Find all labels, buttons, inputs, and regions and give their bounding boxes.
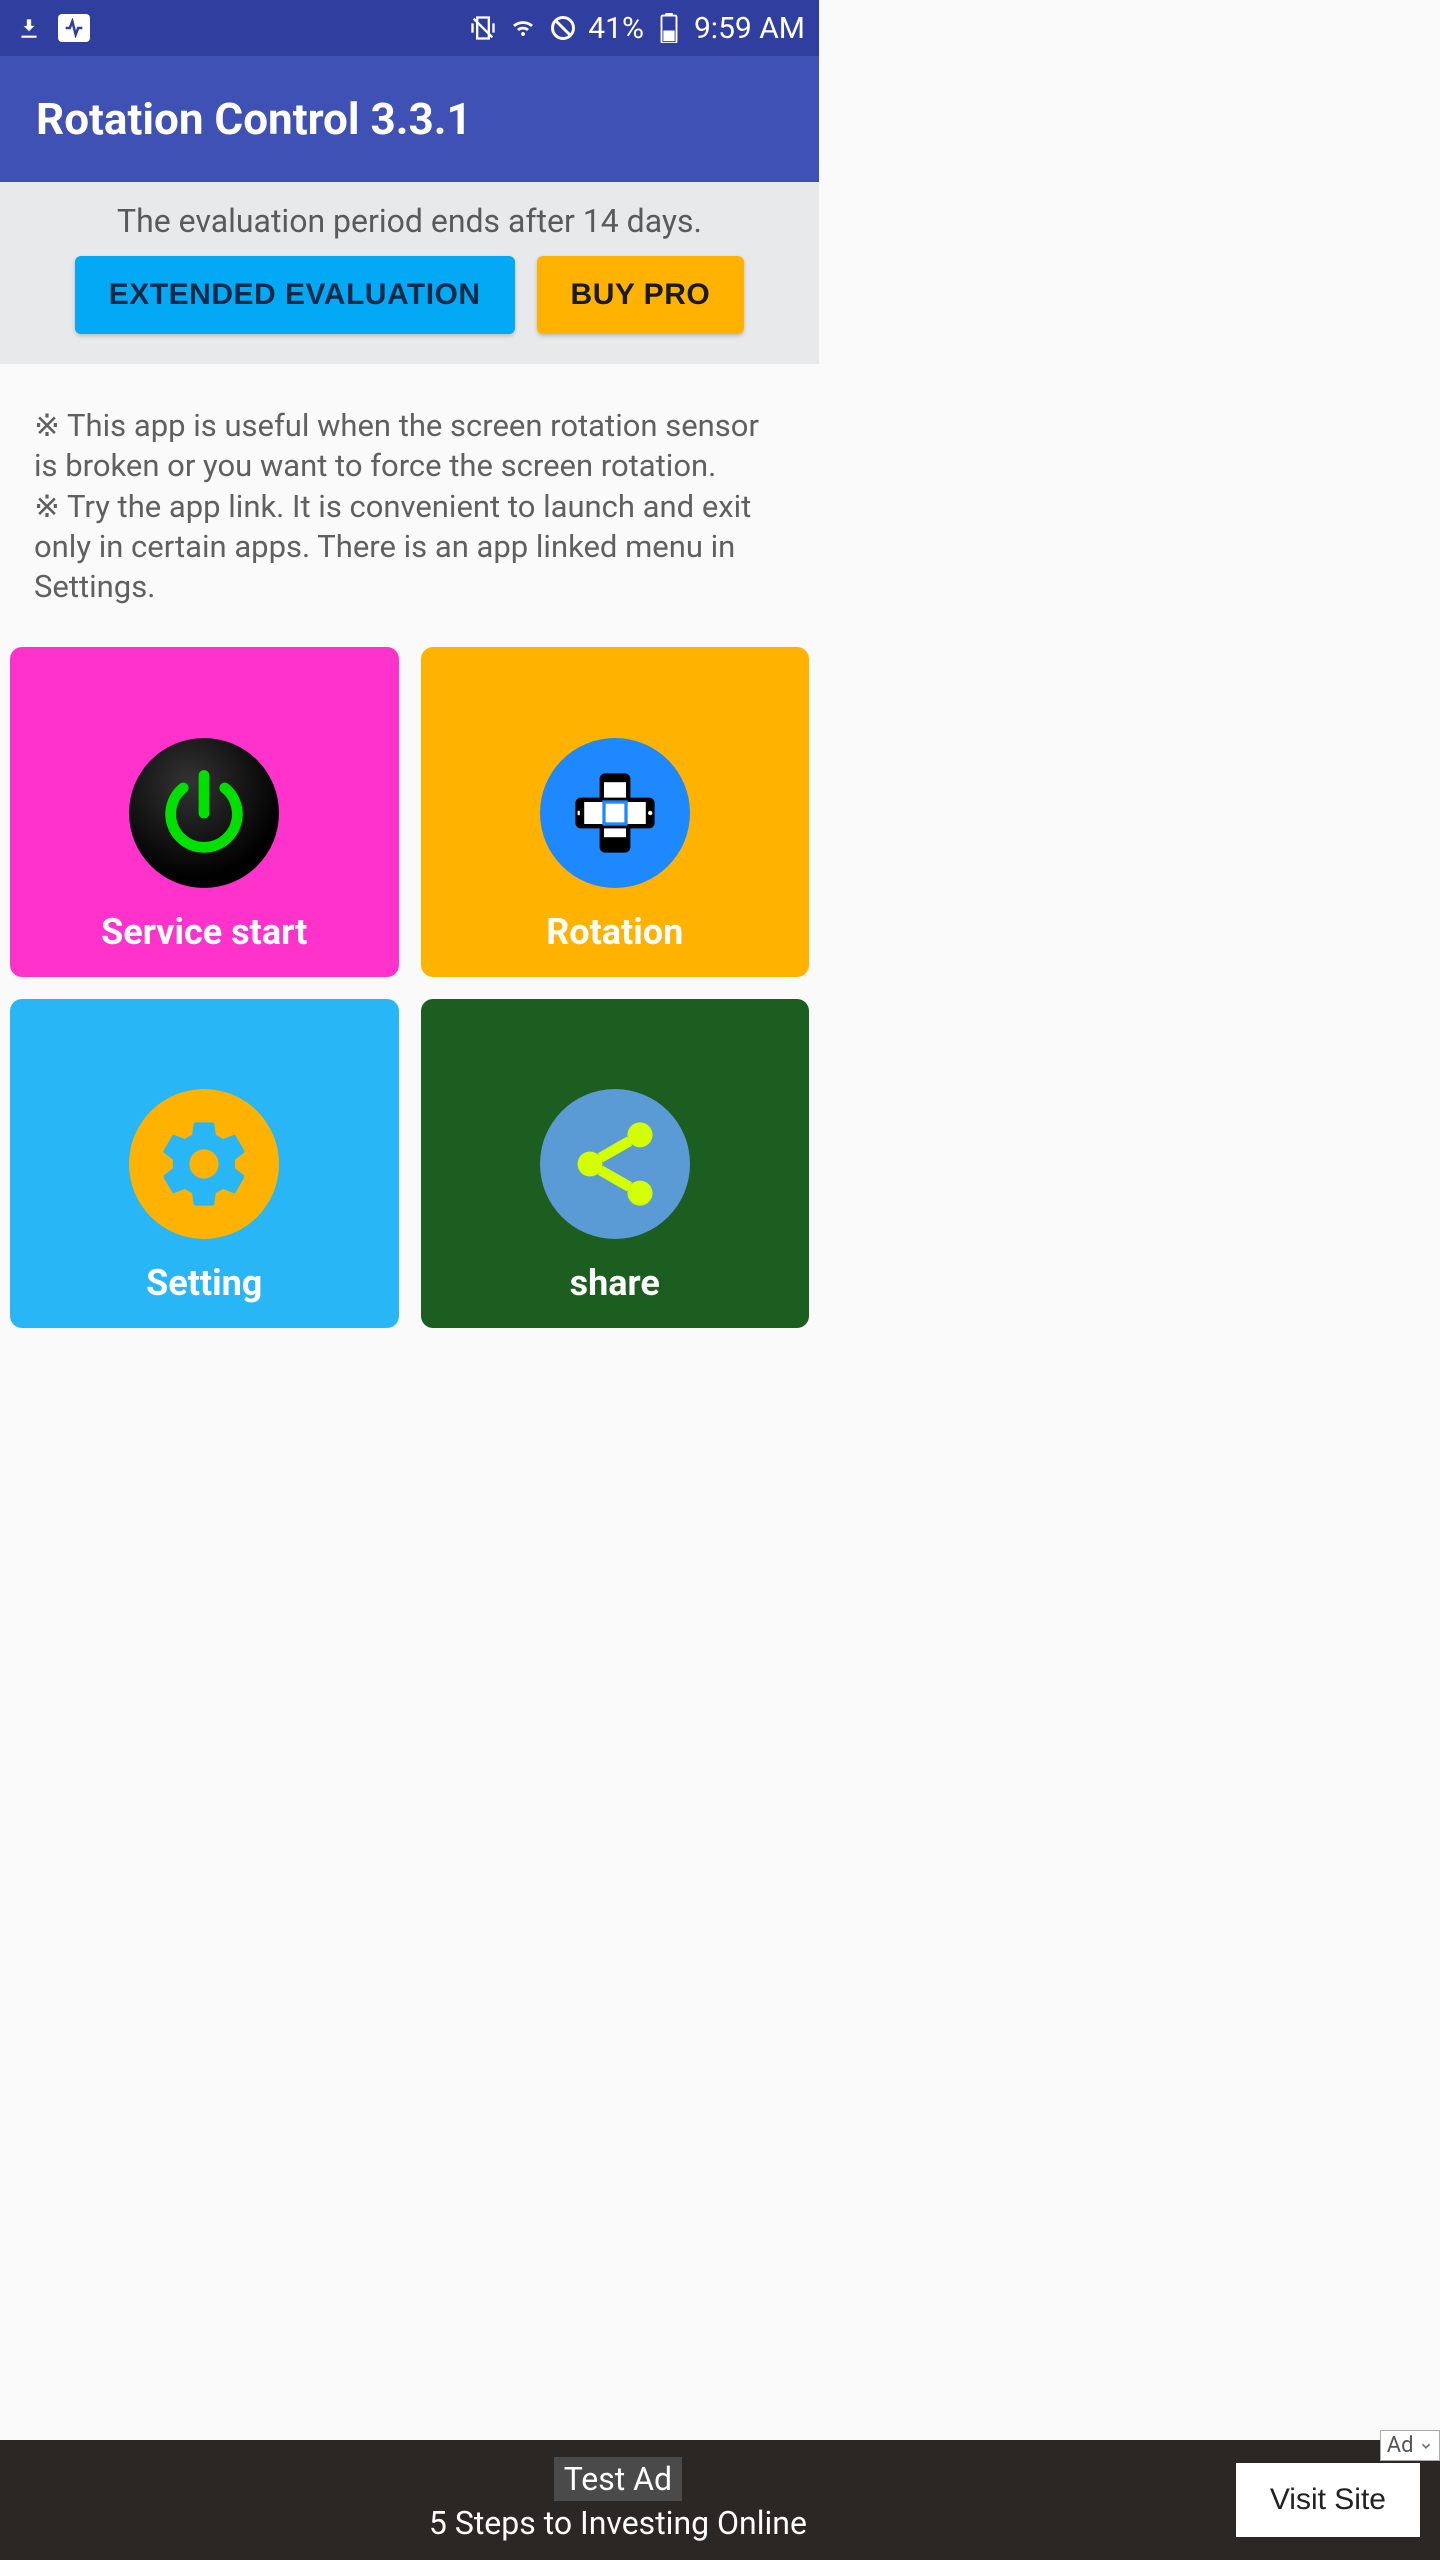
app-title: Rotation Control 3.3.1 — [36, 93, 472, 145]
evaluation-message: The evaluation period ends after 14 days… — [0, 202, 819, 240]
clock: 9:59 AM — [694, 11, 805, 46]
rotation-icon — [540, 738, 690, 888]
evaluation-banner: The evaluation period ends after 14 days… — [0, 182, 819, 364]
gear-icon — [129, 1089, 279, 1239]
share-icon — [540, 1089, 690, 1239]
ad-headline: 5 Steps to Investing Online — [429, 2504, 807, 2542]
rotation-tile[interactable]: Rotation — [421, 647, 810, 976]
status-right: 41% 9:59 AM — [468, 11, 805, 46]
power-icon — [129, 738, 279, 888]
activity-icon — [58, 14, 90, 42]
ad-test-label: Test Ad — [554, 2457, 682, 2501]
service-start-label: Service start — [101, 911, 307, 953]
status-left-icons — [14, 13, 90, 43]
ad-visit-button[interactable]: Visit Site — [1236, 2463, 1420, 2537]
vibrate-off-icon — [468, 13, 498, 43]
service-start-tile[interactable]: Service start — [10, 647, 399, 976]
download-icon — [14, 13, 44, 43]
description-line-1: ※ This app is useful when the screen rot… — [34, 406, 785, 487]
app-bar: Rotation Control 3.3.1 — [0, 56, 819, 182]
description-line-2: ※ Try the app link. It is convenient to … — [34, 487, 785, 608]
battery-icon — [654, 13, 684, 43]
description: ※ This app is useful when the screen rot… — [0, 364, 819, 647]
no-sim-icon — [548, 13, 578, 43]
tile-grid: Service start Rotation Setting share — [0, 647, 819, 1327]
battery-percentage: 41% — [588, 11, 644, 46]
wifi-icon — [508, 13, 538, 43]
ad-badge[interactable]: Ad — [1380, 2430, 1440, 2461]
buy-pro-button[interactable]: BUY PRO — [537, 256, 745, 334]
ad-banner[interactable]: Test Ad 5 Steps to Investing Online Visi… — [0, 2440, 1440, 2560]
extended-evaluation-button[interactable]: EXTENDED EVALUATION — [75, 256, 515, 334]
share-label: share — [570, 1262, 660, 1304]
evaluation-buttons: EXTENDED EVALUATION BUY PRO — [0, 256, 819, 334]
status-bar: 41% 9:59 AM — [0, 0, 819, 56]
rotation-label: Rotation — [546, 911, 683, 953]
setting-label: Setting — [146, 1262, 262, 1304]
share-tile[interactable]: share — [421, 999, 810, 1328]
ad-content: Test Ad 5 Steps to Investing Online — [0, 2457, 1236, 2543]
setting-tile[interactable]: Setting — [10, 999, 399, 1328]
